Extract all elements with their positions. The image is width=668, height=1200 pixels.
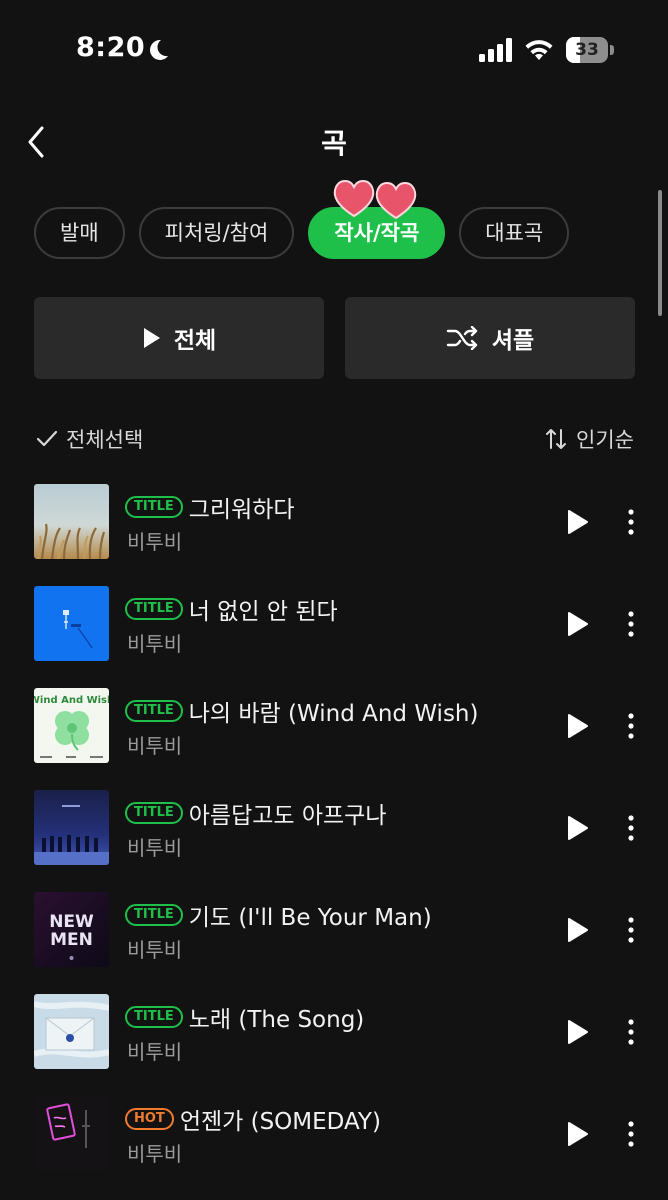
play-icon[interactable] [566,508,590,536]
song-row[interactable]: TITLE 너 없인 안 된다 비투비 [0,586,668,662]
song-artist[interactable]: 비투비 [127,832,182,861]
album-cover-night-sky-group[interactable] [34,790,109,865]
song-title[interactable]: 아름답고도 아프구나 [189,796,387,830]
cover-text-line-1: NEW [49,912,94,932]
play-icon[interactable] [566,814,590,842]
play-icon[interactable] [566,610,590,638]
cover-text: Wind And Wish [34,695,109,706]
song-row[interactable]: HOT 언젠가 (SOMEDAY) 비투비 [0,1096,668,1172]
song-artist[interactable]: 비투비 [127,628,182,657]
song-artist[interactable]: 비투비 [127,1036,182,1065]
title-badge: TITLE [125,598,183,620]
shuffle-label: 셔플 [491,328,535,354]
song-artist[interactable]: 비투비 [127,934,182,963]
title-badge: TITLE [125,802,183,824]
scrollbar[interactable] [658,190,662,316]
filter-chip-release[interactable]: 발매 [34,207,125,259]
more-options-icon[interactable] [622,508,640,536]
moon-icon [150,39,168,60]
album-cover-neon-sign[interactable] [34,1096,109,1171]
more-options-icon[interactable] [622,610,640,638]
battery-indicator: 33 [566,37,614,63]
song-row[interactable]: TITLE 아름답고도 아프구나 비투비 [0,790,668,866]
hearts-sticker-icon [333,180,417,220]
title-badge: TITLE [125,1006,183,1028]
play-icon [143,328,160,348]
filter-chips: 발매 피처링/참여 작사/작곡 대표곡 [34,207,570,259]
play-icon[interactable] [566,1120,590,1148]
play-icon[interactable] [566,916,590,944]
title-badge: TITLE [125,904,183,926]
checkmark-icon [36,430,58,447]
play-icon[interactable] [566,1018,590,1046]
wifi-icon [525,40,553,60]
more-options-icon[interactable] [622,916,640,944]
filter-chip-featuring[interactable]: 피처링/참여 [138,207,295,259]
select-all-toggle[interactable]: 전체선택 [36,424,143,454]
song-title[interactable]: 기도 (I'll Be Your Man) [189,898,432,932]
album-cover-blue-balloon[interactable] [34,586,109,661]
play-all-label: 전체 [173,328,217,354]
select-all-label: 전체선택 [66,428,144,452]
hot-badge: HOT [125,1108,174,1130]
play-icon[interactable] [566,712,590,740]
status-bar: 8:20 33 [0,0,668,100]
song-title[interactable]: 너 없인 안 된다 [189,592,338,626]
sort-label: 인기순 [576,428,634,452]
battery-level: 33 [575,40,599,60]
song-title[interactable]: 나의 바람 (Wind And Wish) [189,694,479,728]
page-title: 곡 [321,127,347,160]
song-title[interactable]: 그리워하다 [189,490,295,524]
play-all-button[interactable]: 전체 [34,297,324,379]
song-artist[interactable]: 비투비 [127,730,182,759]
album-cover-envelope[interactable] [34,994,109,1069]
album-cover-wheat-field[interactable] [34,484,109,559]
sort-button[interactable]: 인기순 [544,424,634,454]
more-options-icon[interactable] [622,712,640,740]
song-row[interactable]: TITLE 그리워하다 비투비 [0,484,668,560]
sort-arrows-icon [546,429,567,449]
album-cover-new-men[interactable]: NEW MEN [34,892,109,967]
song-artist[interactable]: 비투비 [127,526,182,555]
more-options-icon[interactable] [622,1018,640,1046]
shuffle-button[interactable]: 셔플 [345,297,635,379]
status-time: 8:20 [76,32,146,63]
song-row[interactable]: TITLE 노래 (The Song) 비투비 [0,994,668,1070]
song-title[interactable]: 언젠가 (SOMEDAY) [180,1102,381,1136]
album-cover-green-clover[interactable]: Wind And Wish [34,688,109,763]
song-artist[interactable]: 비투비 [127,1138,182,1167]
signal-icon [479,38,512,62]
cover-text-line-2: MEN [50,930,93,950]
song-title[interactable]: 노래 (The Song) [189,1000,365,1034]
title-badge: TITLE [125,700,183,722]
title-badge: TITLE [125,496,183,518]
song-row[interactable]: Wind And Wish TITLE 나의 바람 (Wind And Wish… [0,688,668,764]
filter-chip-representative[interactable]: 대표곡 [459,207,570,259]
more-options-icon[interactable] [622,1120,640,1148]
more-options-icon[interactable] [622,814,640,842]
song-row[interactable]: NEW MEN TITLE 기도 (I'll Be Your Man) 비투비 [0,892,668,968]
shuffle-icon [446,326,478,350]
